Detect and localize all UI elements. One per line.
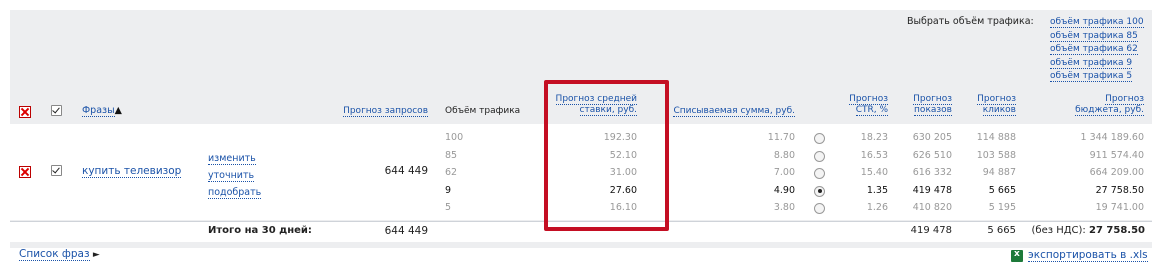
charged-cell: 7.00 xyxy=(773,167,795,178)
budget-header[interactable]: Прогноз бюджета, руб. xyxy=(1060,94,1144,116)
totals-clicks: 5 665 xyxy=(987,225,1016,236)
phrases-sort-link[interactable]: Фразы xyxy=(82,105,115,117)
impressions-cell: 419 478 xyxy=(912,184,952,196)
traffic-selector-options: объём трафика 100 объём трафика 85 объём… xyxy=(1050,16,1144,84)
ctr-cell: 15.40 xyxy=(860,167,888,178)
forecast-queries-header[interactable]: Прогноз запросов xyxy=(330,106,428,117)
budget-cell: 911 574.40 xyxy=(1089,149,1144,161)
traffic-option-9[interactable]: объём трафика 9 xyxy=(1050,57,1133,69)
highlight-frame xyxy=(544,80,669,231)
pick-phrase-link[interactable]: подобрать xyxy=(208,187,262,199)
phrase-actions: изменить уточнить подобрать xyxy=(208,150,262,201)
traffic-radio[interactable] xyxy=(814,168,825,179)
impressions-header[interactable]: Прогноз показов xyxy=(903,94,952,116)
impressions-cell: 616 332 xyxy=(912,167,952,178)
traffic-cell: 62 xyxy=(445,167,458,178)
traffic-selector-label: Выбрать объём трафика: xyxy=(907,16,1034,27)
budget-cell: 27 758.50 xyxy=(1095,184,1144,196)
clicks-cell: 103 588 xyxy=(976,149,1016,161)
totals-budget: (без НДС): 27 758.50 xyxy=(1031,225,1146,236)
delete-all-icon[interactable] xyxy=(19,106,31,118)
impressions-cell: 626 510 xyxy=(912,149,952,161)
export-xls-link[interactable]: экспортировать в .xls xyxy=(1028,249,1148,262)
ctr-cell: 18.23 xyxy=(860,132,888,143)
ctr-header[interactable]: Прогноз CTR, % xyxy=(838,94,888,116)
ctr-cell: 16.53 xyxy=(860,149,888,161)
traffic-radio[interactable] xyxy=(814,203,825,214)
totals-impressions: 419 478 xyxy=(910,225,952,236)
traffic-option-100[interactable]: объём трафика 100 xyxy=(1050,17,1144,28)
traffic-option-85[interactable]: объём трафика 85 xyxy=(1050,30,1138,42)
edit-phrase-link[interactable]: изменить xyxy=(208,153,256,165)
traffic-cell: 100 xyxy=(445,132,464,143)
select-all-checkbox[interactable] xyxy=(51,105,62,116)
delete-phrase-icon[interactable] xyxy=(19,166,31,178)
sort-up-icon: ▲ xyxy=(114,105,122,116)
phrase-checkbox[interactable] xyxy=(51,165,62,176)
charged-cell: 8.80 xyxy=(773,149,795,161)
totals-queries: 644 449 xyxy=(384,225,428,237)
traffic-cell: 9 xyxy=(445,184,452,196)
clicks-cell: 114 888 xyxy=(976,132,1016,143)
traffic-radio[interactable] xyxy=(814,150,825,162)
ctr-cell: 1.35 xyxy=(866,184,888,196)
refine-phrase-link[interactable]: уточнить xyxy=(208,170,255,182)
traffic-cell: 85 xyxy=(445,149,458,161)
phrase-queries: 644 449 xyxy=(384,165,428,177)
budget-cell: 1 344 189.60 xyxy=(1080,132,1144,143)
clicks-cell: 94 887 xyxy=(982,167,1016,178)
budget-cell: 664 209.00 xyxy=(1089,167,1144,178)
phrases-header[interactable]: Фразы▲ xyxy=(82,105,122,117)
traffic-radio[interactable] xyxy=(814,133,825,144)
totals-label: Итого на 30 дней: xyxy=(208,225,312,236)
expand-arrow-icon: ► xyxy=(92,250,100,260)
clicks-cell: 5 665 xyxy=(988,184,1016,196)
excel-icon xyxy=(1011,249,1023,262)
traffic-volume-header: Объём трафика xyxy=(445,106,521,116)
traffic-cell: 5 xyxy=(445,202,452,213)
traffic-option-62[interactable]: объём трафика 62 xyxy=(1050,44,1138,55)
impressions-cell: 410 820 xyxy=(912,202,952,213)
ctr-cell: 1.26 xyxy=(866,202,888,213)
clicks-header[interactable]: Прогноз кликов xyxy=(970,94,1016,116)
charged-cell: 11.70 xyxy=(767,132,795,143)
charged-cell: 3.80 xyxy=(773,202,795,213)
charged-sum-header[interactable]: Списываемая сумма, руб. xyxy=(665,106,795,117)
impressions-cell: 630 205 xyxy=(912,132,952,143)
budget-cell: 19 741.00 xyxy=(1095,202,1144,213)
phrase-list-toggle[interactable]: Список фраз ► xyxy=(19,248,100,261)
phrase-text[interactable]: купить телевизор xyxy=(82,165,182,178)
charged-cell: 4.90 xyxy=(773,184,795,196)
clicks-cell: 5 195 xyxy=(988,202,1016,213)
traffic-radio[interactable] xyxy=(814,185,825,197)
traffic-option-5[interactable]: объём трафика 5 xyxy=(1050,71,1133,82)
